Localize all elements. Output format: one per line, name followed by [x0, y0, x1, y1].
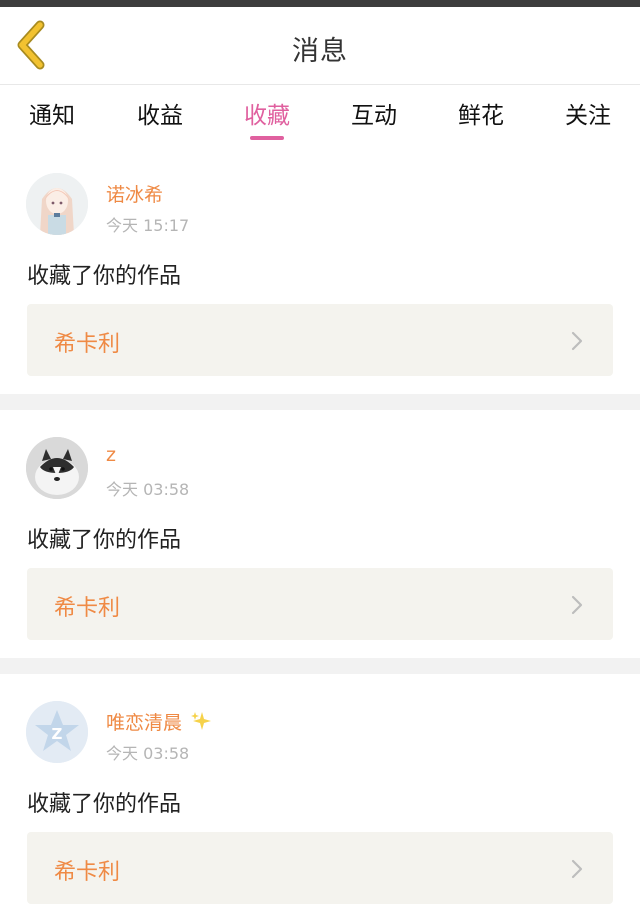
- tab-favorites[interactable]: 收藏: [241, 96, 293, 142]
- sparkle-icon: [191, 712, 212, 730]
- action-text: 收藏了你的作品: [27, 264, 182, 289]
- timestamp: 今天 03:58: [106, 480, 190, 499]
- avatar[interactable]: [26, 173, 88, 235]
- message-card: Z 唯恋清晨 今天 03:58 收藏了你的作品 希卡利: [0, 674, 640, 924]
- message-card: 诺冰希 今天 15:17 收藏了你的作品 希卡利: [0, 146, 640, 394]
- username[interactable]: z: [106, 444, 116, 466]
- tab-label: 通知: [29, 103, 75, 129]
- tab-bar: 通知 收益 收藏 互动 鲜花 关注: [0, 86, 640, 146]
- username: 唯恋清晨: [106, 712, 183, 734]
- section-divider: [0, 394, 640, 410]
- chevron-right-icon: [571, 595, 583, 615]
- work-title: 希卡利: [54, 332, 121, 357]
- tab-label: 收益: [137, 103, 183, 129]
- work-title: 希卡利: [54, 596, 121, 621]
- tab-earnings[interactable]: 收益: [134, 96, 186, 142]
- chevron-right-icon: [571, 859, 583, 879]
- active-tab-indicator: [250, 136, 284, 140]
- svg-text:Z: Z: [52, 725, 63, 743]
- tab-follows[interactable]: 关注: [562, 96, 614, 142]
- message-card: z 今天 03:58 收藏了你的作品 希卡利: [0, 410, 640, 658]
- timestamp: 今天 03:58: [106, 744, 190, 763]
- chevron-right-icon: [571, 331, 583, 351]
- section-divider: [0, 658, 640, 674]
- tab-interactions[interactable]: 互动: [348, 96, 400, 142]
- username-row[interactable]: 唯恋清晨: [106, 708, 212, 735]
- husky-dog-avatar-icon: [26, 437, 88, 499]
- status-bar: [0, 0, 640, 7]
- work-link[interactable]: 希卡利: [27, 568, 613, 640]
- tab-notifications[interactable]: 通知: [26, 96, 78, 142]
- page-title: 消息: [292, 36, 348, 67]
- tab-label: 鲜花: [458, 103, 504, 129]
- tab-label: 互动: [351, 103, 397, 129]
- avatar[interactable]: [26, 437, 88, 499]
- timestamp: 今天 15:17: [106, 216, 190, 235]
- username[interactable]: 诺冰希: [106, 180, 163, 207]
- anime-girl-avatar-icon: [26, 173, 88, 235]
- work-link[interactable]: 希卡利: [27, 832, 613, 904]
- work-link[interactable]: 希卡利: [27, 304, 613, 376]
- avatar[interactable]: Z: [26, 701, 88, 763]
- tab-flowers[interactable]: 鲜花: [455, 96, 507, 142]
- tab-label: 关注: [565, 103, 611, 129]
- action-text: 收藏了你的作品: [27, 528, 182, 553]
- top-bar: 消息: [0, 7, 640, 85]
- default-star-avatar-icon: Z: [26, 701, 88, 763]
- action-text: 收藏了你的作品: [27, 792, 182, 817]
- work-title: 希卡利: [54, 860, 121, 885]
- tab-label: 收藏: [244, 103, 290, 129]
